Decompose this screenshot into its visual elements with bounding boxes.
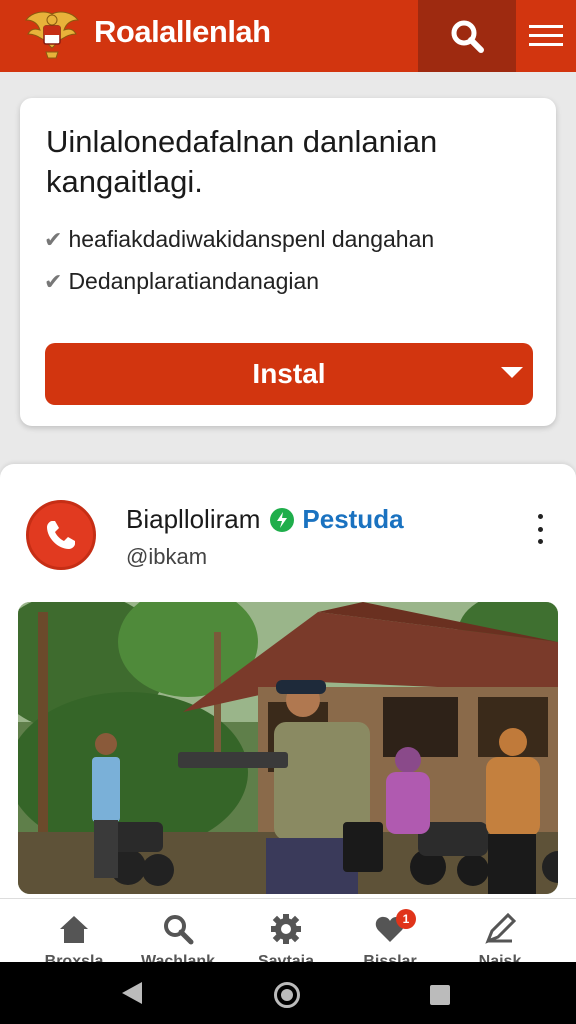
promo-feature-item: ✔ heafiakdadiwakidanspenl dangahan (44, 226, 434, 253)
nav-item-settings[interactable]: Savtaia (236, 899, 336, 962)
install-button-label: Instal (252, 358, 326, 389)
verified-badge-icon (270, 507, 295, 532)
feature-text: heafiakdadiwakidanspenl dangahan (68, 226, 435, 252)
pen-icon (485, 913, 516, 944)
search-icon (164, 915, 194, 945)
gear-icon (271, 914, 301, 944)
nav-item-search[interactable]: Wachlank (128, 899, 228, 962)
avatar[interactable] (26, 500, 96, 570)
search-button[interactable] (418, 0, 516, 72)
hamburger-menu-icon (529, 25, 563, 46)
post-handle: @ibkam (126, 544, 208, 569)
search-icon (451, 20, 484, 53)
home-icon (60, 916, 88, 943)
app-header: Roalallenlah (0, 0, 576, 72)
nav-item-write[interactable]: Naisk (450, 899, 550, 962)
nav-label: Broxsla (44, 953, 104, 962)
menu-button[interactable] (516, 0, 576, 72)
garuda-emblem-icon (24, 8, 80, 62)
home-circle-icon[interactable] (274, 982, 300, 1008)
bottom-navigation: Broxsla Wachlank Savtaia 1 Bisslar Naisk (0, 898, 576, 962)
promo-title: Uinlalonedafalnan danlanian kangaitlagi. (46, 124, 438, 199)
nav-item-favorites[interactable]: 1 Bisslar (340, 899, 440, 962)
post-author-row: Biaplloliram Pestuda (126, 504, 404, 535)
nav-item-home[interactable]: Broxsla (24, 899, 124, 962)
recent-apps-icon[interactable] (430, 985, 450, 1005)
nav-label: Bisslar (363, 953, 417, 962)
nav-label: Savtaia (257, 953, 315, 962)
notification-badge: 1 (396, 909, 416, 929)
post-author[interactable]: Biaplloliram (126, 504, 260, 535)
install-button[interactable]: Instal (45, 343, 533, 405)
system-navigation-bar (0, 962, 576, 1024)
nav-label: Naisk (478, 953, 522, 962)
post-photo[interactable] (18, 602, 558, 894)
app-title: Roalallenlah (94, 14, 271, 49)
install-promo-card: Uinlalonedafalnan danlanian kangaitlagi.… (20, 98, 556, 426)
feature-text: Dedanplaratiandanagian (68, 268, 320, 294)
post-badge-text: Pestuda (302, 504, 404, 534)
checkmark-icon: ✔ (44, 268, 63, 294)
kebab-menu-icon[interactable] (530, 514, 550, 544)
dropdown-caret-icon[interactable] (501, 367, 523, 378)
checkmark-icon: ✔ (44, 226, 63, 252)
back-icon[interactable] (122, 982, 142, 1004)
nav-label: Wachlank (140, 953, 216, 962)
phone-icon (47, 521, 75, 549)
promo-feature-item: ✔ Dedanplaratiandanagian (44, 268, 319, 295)
post-card: Biaplloliram Pestuda @ibkam (0, 464, 576, 904)
